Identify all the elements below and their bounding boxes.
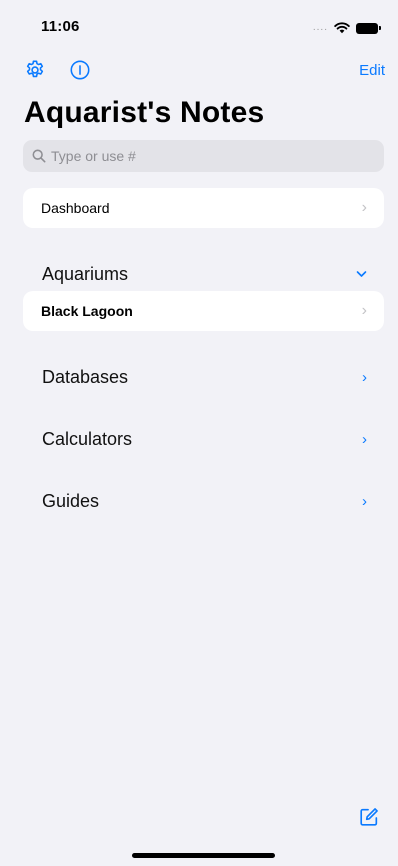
chevron-right-icon: › [362,492,367,510]
chevron-down-icon [356,271,367,277]
nav-bar: Edit [0,57,398,87]
search-field[interactable] [23,140,384,172]
signal-dots: .... [312,22,328,33]
section-guides[interactable]: Guides › [23,484,384,518]
aquarium-label: Black Lagoon [41,303,133,319]
section-label: Databases [42,366,129,387]
compose-button[interactable] [358,806,380,828]
chevron-right-icon: › [361,302,367,319]
gear-icon [26,60,44,78]
section-label: Aquariums [42,263,129,284]
wifi-icon [334,22,350,34]
info-icon [70,60,90,80]
compose-icon [360,808,378,826]
search-input[interactable] [51,148,351,164]
chevron-right-icon: › [361,199,367,216]
battery-icon [356,22,381,34]
status-icons: .... [312,22,381,34]
edit-button[interactable]: Edit [359,62,385,79]
page-title: Aquarist's Notes [24,96,265,129]
section-calculators[interactable]: Calculators › [23,422,384,456]
dashboard-label: Dashboard [41,200,110,216]
settings-button[interactable] [22,57,48,83]
section-aquariums[interactable]: Aquariums [23,257,384,291]
section-label: Guides [42,490,100,511]
dashboard-row[interactable]: Dashboard › [23,188,384,228]
home-indicator[interactable] [132,853,275,858]
section-databases[interactable]: Databases › [23,360,384,394]
chevron-right-icon: › [362,430,367,448]
chevron-right-icon: › [362,368,367,386]
info-button[interactable] [67,57,93,83]
search-icon [32,149,46,163]
status-bar: 11:06 .... [0,0,398,52]
aquarium-item-black-lagoon[interactable]: Black Lagoon › [23,291,384,331]
section-label: Calculators [42,428,133,449]
status-time: 11:06 [41,18,80,35]
